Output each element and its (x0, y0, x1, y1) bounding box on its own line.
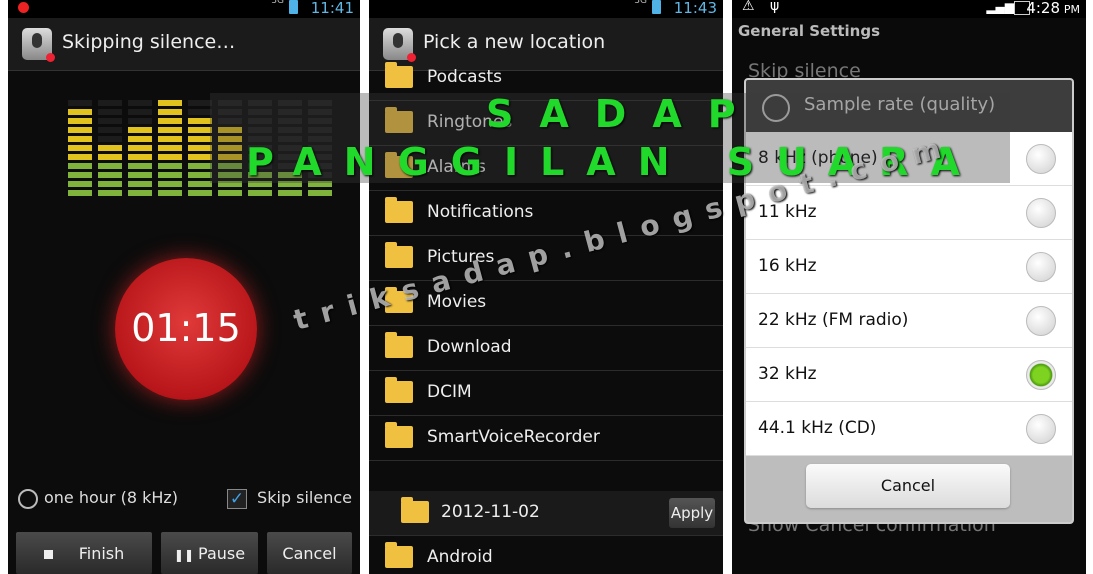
folder-label: DCIM (427, 382, 472, 402)
status-bar: ⚠ ψ ▂▄▆ 4:28 PM (732, 0, 1086, 18)
status-bar: 3G 11:43 (369, 0, 723, 18)
signal-bars-icon: ▂▄▆ (986, 0, 1014, 14)
status-bar: 3G 11:41 (8, 0, 360, 18)
list-item[interactable]: Download (369, 326, 723, 371)
level-bar (98, 100, 122, 199)
recorder-screen: 3G 11:41 Skipping silence… 01:15 one hou… (8, 0, 360, 574)
folder-label: Notifications (427, 202, 534, 222)
battery-icon (652, 0, 661, 14)
signal-icon: 3G (271, 0, 284, 6)
folder-icon (385, 377, 413, 403)
radio-button[interactable] (1026, 306, 1056, 336)
radio-button[interactable] (1026, 252, 1056, 282)
pause-button[interactable]: ❚❚ Pause (161, 532, 258, 574)
list-item[interactable]: DCIM (369, 371, 723, 416)
usb-icon: ψ (770, 0, 780, 14)
finish-label: Finish (78, 544, 125, 563)
option-label: 16 kHz (758, 256, 817, 276)
radio-button[interactable] (1026, 144, 1056, 174)
signal-icon: 3G (634, 0, 647, 6)
folder-icon (385, 197, 413, 223)
finish-button[interactable]: Finish (16, 532, 152, 574)
pause-icon: ❚❚ (173, 548, 195, 562)
microphone-app-icon (22, 28, 55, 62)
status-time: 11:43 (673, 0, 717, 17)
dialog-cancel-button[interactable]: Cancel (806, 464, 1010, 508)
timer-text: 01:15 (131, 306, 241, 350)
folder-open-icon (401, 497, 429, 523)
cancel-label: Cancel (282, 544, 337, 563)
page-title: Skipping silence… (62, 31, 236, 53)
section-header: General Settings (738, 22, 881, 40)
folder-icon (385, 542, 413, 568)
subfolder-label: 2012-11-02 (441, 502, 540, 522)
list-item[interactable]: SmartVoiceRecorder (369, 416, 723, 461)
sample-rate-option[interactable]: 44.1 kHz (CD) (746, 402, 1072, 456)
folder-icon (385, 332, 413, 358)
sample-rate-option[interactable]: 32 kHz (746, 348, 1072, 402)
skip-silence-label: Skip silence (257, 488, 352, 507)
dialog-footer: Cancel (746, 456, 1072, 522)
pause-label: Pause (198, 544, 246, 563)
sample-rate-option[interactable]: 22 kHz (FM radio) (746, 294, 1072, 348)
recording-indicator-icon (18, 2, 29, 13)
option-label: 44.1 kHz (CD) (758, 418, 877, 438)
radio-button[interactable] (1026, 360, 1056, 390)
list-item[interactable]: Android (369, 536, 723, 574)
folder-icon (385, 242, 413, 268)
folder-label: Android (427, 547, 493, 567)
clock-icon (18, 488, 38, 509)
sample-rate-option[interactable]: 16 kHz (746, 240, 1072, 294)
status-ampm: PM (1063, 3, 1080, 16)
duration-option[interactable]: one hour (8 kHz) (18, 488, 178, 509)
folder-icon (385, 62, 413, 88)
level-bar (158, 100, 182, 199)
option-label: 22 kHz (FM radio) (758, 310, 909, 330)
level-bar (128, 100, 152, 199)
battery-icon (289, 0, 298, 14)
page-title: Pick a new location (423, 31, 606, 53)
stop-icon (43, 550, 53, 559)
title-bar: Skipping silence… (8, 18, 360, 71)
option-label: 32 kHz (758, 364, 817, 384)
watermark-title: SADAP (486, 92, 762, 136)
subfolder-row[interactable]: 2012-11-02 Apply (369, 491, 723, 536)
warning-icon: ⚠ (742, 0, 755, 14)
folder-label: SmartVoiceRecorder (427, 427, 600, 447)
level-bar (68, 100, 92, 199)
radio-button[interactable] (1026, 198, 1056, 228)
level-bar (188, 100, 212, 199)
skip-silence-option[interactable]: ✓ Skip silence (227, 488, 352, 509)
folder-label: Download (427, 337, 512, 357)
record-timer-dial[interactable]: 01:15 (115, 258, 257, 400)
radio-button[interactable] (1026, 414, 1056, 444)
folder-icon (385, 422, 413, 448)
skip-silence-checkbox[interactable]: ✓ (227, 488, 248, 509)
folder-label: Podcasts (427, 67, 502, 87)
duration-label: one hour (8 kHz) (44, 488, 179, 507)
status-time: 11:41 (310, 0, 354, 17)
status-time: 4:28 (1026, 0, 1060, 17)
apply-button[interactable]: Apply (669, 498, 715, 528)
cancel-button[interactable]: Cancel (267, 532, 352, 574)
